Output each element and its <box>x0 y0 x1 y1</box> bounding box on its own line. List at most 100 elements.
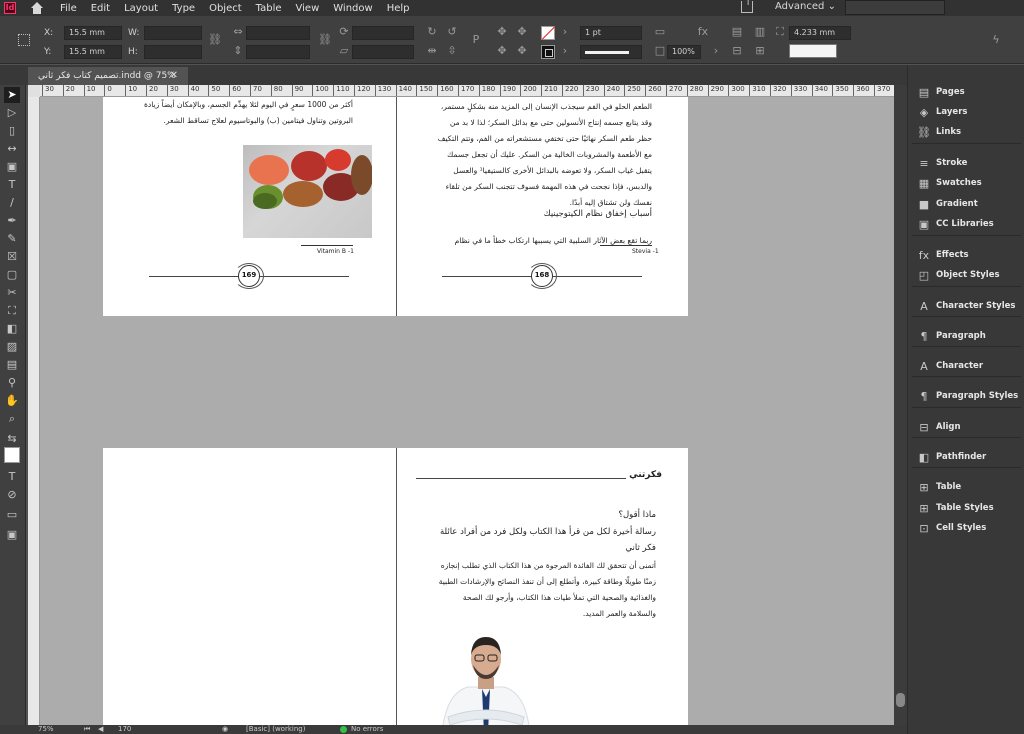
fill-stroke-indicator-icon[interactable] <box>4 447 20 463</box>
panel-cell-styles[interactable]: ⊡ Cell Styles <box>908 518 1024 538</box>
page-168-footnote[interactable]: Stevia -1 <box>632 248 659 255</box>
panel-pages[interactable]: ▤ Pages <box>908 82 1024 102</box>
page-169[interactable]: أكثر من 1000 سعرٍ في اليوم لئلا يهدِّم ا… <box>103 97 396 316</box>
panel-layers[interactable]: ◈ Layers <box>908 102 1024 122</box>
menu-type[interactable]: Type <box>172 3 195 14</box>
pen-tool-icon[interactable]: ✒ <box>4 213 20 229</box>
align-icon[interactable]: ⊟ <box>731 45 743 57</box>
panel-cc-libraries[interactable]: ▣ CC Libraries <box>908 214 1024 234</box>
menu-file[interactable]: File <box>60 3 77 14</box>
zoom-level[interactable]: 75% <box>38 725 54 734</box>
line-tool-icon[interactable]: / <box>4 195 20 211</box>
panel-table-styles[interactable]: ⊞ Table Styles <box>908 498 1024 518</box>
menu-object[interactable]: Object <box>209 3 242 14</box>
first-page-icon[interactable]: ⏮ <box>84 725 90 734</box>
select-next-icon[interactable]: ✥ <box>516 45 528 57</box>
page-168[interactable]: الطعم الحلو في الفم سيجذب الإنسان إلى ال… <box>396 97 688 316</box>
scale-y-field[interactable] <box>246 45 310 59</box>
w-field[interactable] <box>144 26 202 40</box>
document-tab[interactable]: تصميم كتاب فكر ثاني.indd @ 75% ✕ <box>28 67 188 85</box>
wrap-around-icon[interactable]: ▥ <box>754 26 766 38</box>
page-169-paragraph[interactable]: أكثر من 1000 سعرٍ في اليوم لئلا يهدِّم ا… <box>141 97 353 129</box>
panel-swatches[interactable]: ▦ Swatches <box>908 173 1024 193</box>
effects-fx-icon[interactable]: fx <box>697 26 709 38</box>
rectangle-frame-tool-icon[interactable]: ☒ <box>4 249 20 265</box>
stroke-type-select[interactable] <box>580 45 642 59</box>
end-page-paragraph[interactable]: أتمنى أن تتحقق لك الفائدة المرجوة من هذا… <box>434 558 656 622</box>
panel-gradient[interactable]: ■ Gradient <box>908 194 1024 214</box>
menu-table[interactable]: Table <box>256 3 282 14</box>
scissors-tool-icon[interactable]: ✂ <box>4 285 20 301</box>
panel-character[interactable]: A Character <box>908 356 1024 376</box>
page-168-paragraph-2[interactable]: ربما تقع بعض الآثار السلبية التي يسببها … <box>434 233 652 249</box>
note-tool-icon[interactable]: ▤ <box>4 357 20 373</box>
panel-pathfinder[interactable]: ◧ Pathfinder <box>908 447 1024 467</box>
workspace-switcher[interactable]: Advanced ⌄ <box>775 1 836 12</box>
scale-x-field[interactable] <box>246 26 310 40</box>
frame-fitting-icon[interactable]: ⛶ <box>774 26 786 38</box>
content-collector-icon[interactable]: ▣ <box>4 159 20 175</box>
constrain-scale-icon[interactable]: ⛓ <box>318 34 332 46</box>
rotation-field[interactable] <box>352 26 414 40</box>
hand-tool-icon[interactable]: ✋ <box>4 393 20 409</box>
text-frame-icon[interactable]: P <box>470 34 482 46</box>
preflight-errors[interactable]: No errors <box>351 725 383 734</box>
rectangle-tool-icon[interactable]: ▢ <box>4 267 20 283</box>
rotate-ccw-icon[interactable]: ↺ <box>446 26 458 38</box>
document-canvas[interactable]: أكثر من 1000 سعرٍ في اليوم لئلا يهدِّم ا… <box>40 97 894 725</box>
page-number-field[interactable]: 170 <box>118 725 131 734</box>
panel-character-styles[interactable]: A Character Styles <box>908 296 1024 316</box>
search-input[interactable] <box>845 0 945 15</box>
h-field[interactable] <box>144 45 202 59</box>
distribute-icon[interactable]: ⊞ <box>754 45 766 57</box>
author-photo[interactable] <box>438 633 534 725</box>
panel-paragraph-styles[interactable]: ¶ Paragraph Styles <box>908 386 1024 406</box>
select-previous-icon[interactable]: ✥ <box>496 45 508 57</box>
panel-links[interactable]: ⛓ Links <box>908 122 1024 142</box>
previous-page-icon[interactable]: ◀ <box>98 725 103 734</box>
y-field[interactable]: 15.5 mm <box>64 45 122 59</box>
select-content-icon[interactable]: ✥ <box>516 26 528 38</box>
vertical-scrollbar[interactable] <box>894 85 907 725</box>
swap-fill-stroke-icon[interactable]: ⇆ <box>4 431 20 447</box>
preflight-profile-icon[interactable]: ◉ <box>222 725 228 734</box>
eyedropper-tool-icon[interactable]: ⚲ <box>4 375 20 391</box>
end-page-question[interactable]: ماذا أقول؟ <box>546 508 657 522</box>
flip-vertical-icon[interactable]: ⇳ <box>446 45 458 57</box>
select-container-icon[interactable]: ✥ <box>496 26 508 38</box>
stroke-color-swatch[interactable] <box>541 26 555 40</box>
selection-tool-icon[interactable]: ➤ <box>4 87 20 103</box>
panel-paragraph[interactable]: ¶ Paragraph <box>908 326 1024 346</box>
menu-edit[interactable]: Edit <box>91 3 110 14</box>
normal-view-icon[interactable]: ▣ <box>4 527 20 543</box>
text-wrap-icon[interactable]: ▤ <box>731 26 743 38</box>
share-icon[interactable] <box>741 0 753 13</box>
panel-table[interactable]: ⊞ Table <box>908 477 1024 497</box>
scrollbar-thumb[interactable] <box>896 693 905 707</box>
fill-color-swatch[interactable] <box>541 45 555 59</box>
menu-window[interactable]: Window <box>333 3 372 14</box>
direct-selection-tool-icon[interactable]: ▷ <box>4 105 20 121</box>
fill-menu-chevron-icon[interactable]: › <box>559 45 571 57</box>
lightning-icon[interactable]: ϟ <box>990 34 1002 46</box>
page-blank[interactable] <box>103 448 396 725</box>
panel-effects[interactable]: fx Effects <box>908 245 1024 265</box>
ruler-origin[interactable] <box>28 85 40 97</box>
style-select[interactable] <box>789 44 837 58</box>
page-end[interactable]: فكرتني ماذا أقول؟ رسالة أخيرة لكل من قرأ… <box>396 448 688 725</box>
fx-icon[interactable]: ▭ <box>654 26 666 38</box>
close-icon[interactable]: ✕ <box>170 67 178 85</box>
gradient-swatch-tool-icon[interactable]: ◧ <box>4 321 20 337</box>
rotate-cw-icon[interactable]: ↻ <box>426 26 438 38</box>
home-icon[interactable] <box>30 2 44 14</box>
pencil-tool-icon[interactable]: ✎ <box>4 231 20 247</box>
page-number-169[interactable]: 169 <box>234 263 264 289</box>
gradient-feather-tool-icon[interactable]: ▨ <box>4 339 20 355</box>
formatting-affects-container-icon[interactable]: T <box>4 469 20 485</box>
menu-view[interactable]: View <box>296 3 320 14</box>
panel-align[interactable]: ⊟ Align <box>908 417 1024 437</box>
apply-none-icon[interactable]: ⊘ <box>4 487 20 503</box>
opacity-chevron-icon[interactable]: › <box>710 45 722 57</box>
menu-layout[interactable]: Layout <box>124 3 158 14</box>
zoom-tool-icon[interactable]: ⌕ <box>4 411 20 427</box>
